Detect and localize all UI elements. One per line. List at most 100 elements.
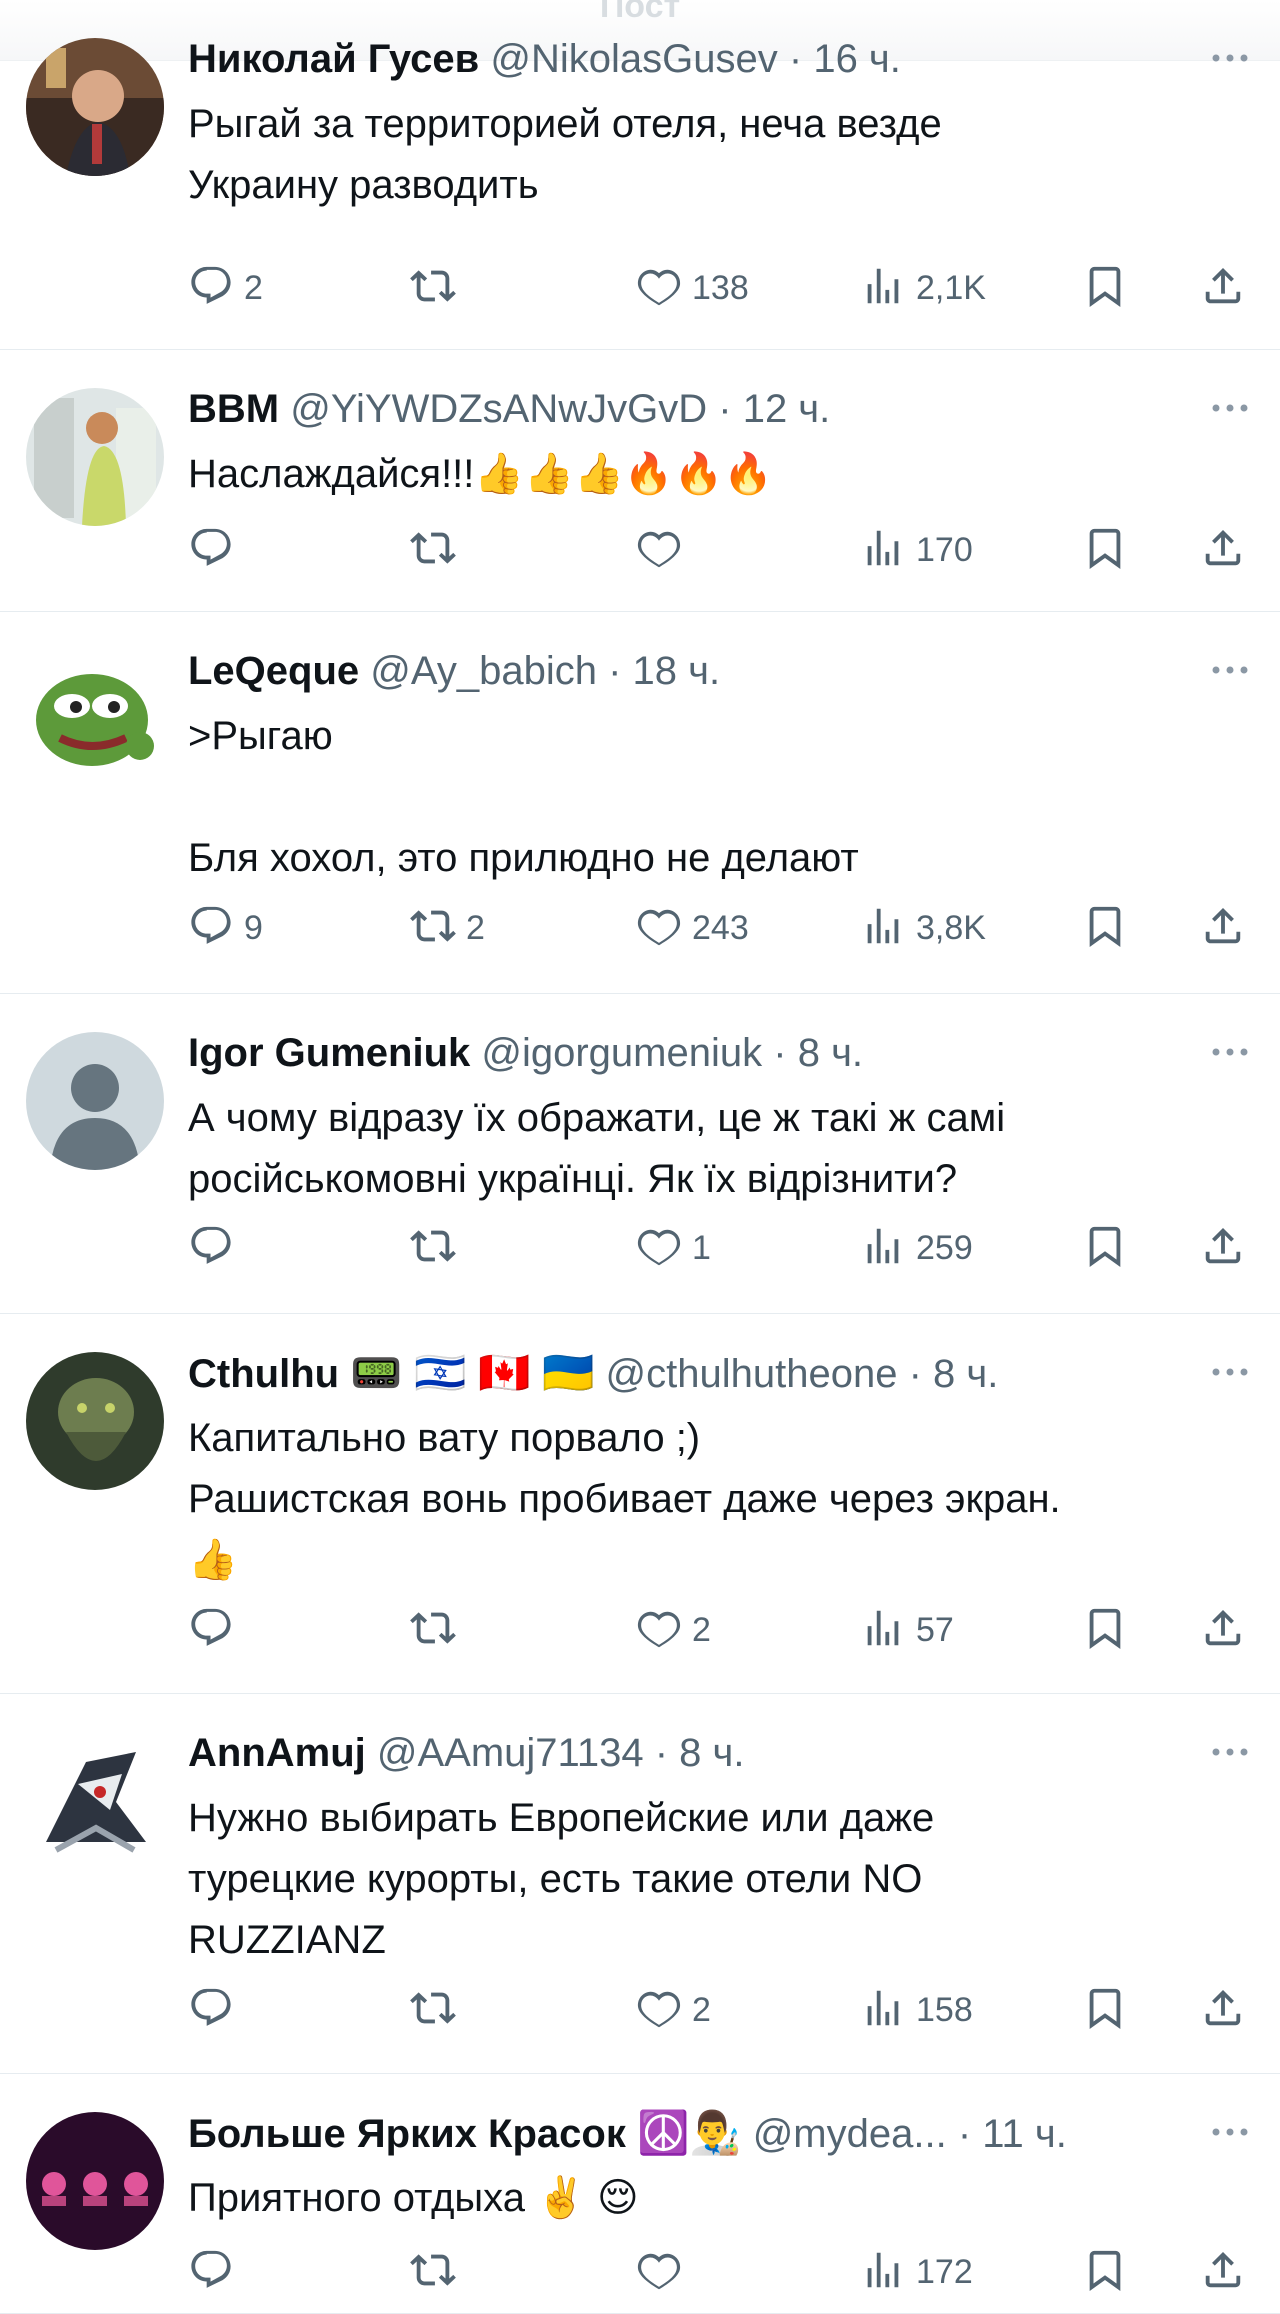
like-button[interactable]: 2: [636, 1600, 711, 1660]
reply-button[interactable]: [188, 2242, 244, 2302]
more-icon[interactable]: [1208, 1352, 1252, 1392]
user-name[interactable]: Cthulhu: [188, 1352, 339, 1396]
reply-button[interactable]: [188, 1218, 244, 1278]
timestamp[interactable]: 8 ч.: [798, 1031, 863, 1075]
share-button[interactable]: [1200, 1600, 1246, 1660]
user-name[interactable]: LeQeque: [188, 649, 359, 693]
retweet-button[interactable]: [410, 520, 466, 580]
views-button[interactable]: 2,1K: [860, 258, 986, 318]
bookmark-button[interactable]: [1082, 2242, 1128, 2302]
retweet-button[interactable]: [410, 258, 466, 318]
avatar[interactable]: [26, 388, 164, 526]
reply-tweet[interactable]: Cthulhu 📟 🇮🇱 🇨🇦 🇺🇦 @cthulhutheone · 8 ч.…: [0, 1314, 1280, 1694]
user-handle[interactable]: @Ay_babich: [370, 649, 597, 693]
user-handle[interactable]: @YiYWDZsANwJvGvD: [290, 387, 707, 431]
user-name[interactable]: BBM: [188, 387, 279, 431]
views-button[interactable]: 259: [860, 1218, 973, 1278]
bookmark-button[interactable]: [1082, 898, 1128, 958]
views-icon: [860, 525, 906, 576]
views-button[interactable]: 158: [860, 1980, 973, 2040]
reply-icon: [188, 2247, 234, 2298]
user-name[interactable]: Больше Ярких Красок: [188, 2112, 626, 2156]
like-button[interactable]: [636, 2242, 692, 2302]
share-icon: [1200, 1605, 1246, 1656]
more-icon[interactable]: [1208, 38, 1252, 78]
avatar[interactable]: [26, 38, 164, 176]
avatar[interactable]: [26, 1732, 164, 1870]
like-button[interactable]: 2: [636, 1980, 711, 2040]
tweet-text: Капитально вату порвало ;) Рашистская во…: [188, 1416, 1061, 1582]
share-button[interactable]: [1200, 520, 1246, 580]
reply-button[interactable]: [188, 1600, 244, 1660]
like-button[interactable]: 1: [636, 1218, 711, 1278]
reply-button[interactable]: [188, 520, 244, 580]
bookmark-button[interactable]: [1082, 1600, 1128, 1660]
timestamp[interactable]: 18 ч.: [633, 649, 721, 693]
retweet-button[interactable]: 2: [410, 898, 485, 958]
reply-icon: [188, 903, 234, 954]
views-button[interactable]: 172: [860, 2242, 973, 2302]
like-button[interactable]: 138: [636, 258, 749, 318]
views-icon: [860, 2247, 906, 2298]
action-bar: 172: [188, 2242, 1258, 2302]
avatar[interactable]: [26, 2112, 164, 2250]
reply-tweet[interactable]: BBM @YiYWDZsANwJvGvD · 12 ч. Наслаждайся…: [0, 350, 1280, 612]
user-handle[interactable]: @AAmuj71134: [377, 1731, 644, 1775]
views-button[interactable]: 170: [860, 520, 973, 580]
bookmark-button[interactable]: [1082, 1218, 1128, 1278]
bookmark-button[interactable]: [1082, 258, 1128, 318]
reply-button[interactable]: 9: [188, 898, 263, 958]
tweet-header: Igor Gumeniuk @igorgumeniuk · 8 ч.: [188, 1024, 1188, 1082]
user-handle[interactable]: @mydea...: [753, 2112, 947, 2156]
timestamp[interactable]: 16 ч.: [813, 37, 901, 81]
action-bar: 2 138 2,1K: [188, 258, 1258, 318]
share-button[interactable]: [1200, 1218, 1246, 1278]
bookmark-button[interactable]: [1082, 1980, 1128, 2040]
share-icon: [1200, 263, 1246, 314]
avatar[interactable]: [26, 1352, 164, 1490]
retweet-button[interactable]: [410, 1600, 466, 1660]
user-name[interactable]: Николай Гусев: [188, 37, 479, 81]
like-button[interactable]: 243: [636, 898, 749, 958]
retweet-button[interactable]: [410, 1218, 466, 1278]
share-icon: [1200, 903, 1246, 954]
timestamp[interactable]: 8 ч.: [679, 1731, 744, 1775]
more-icon[interactable]: [1208, 388, 1252, 428]
tweet-text: А чому відразу їх ображати, це ж такі ж …: [188, 1096, 1006, 1201]
retweet-button[interactable]: [410, 2242, 466, 2302]
views-count: 57: [916, 1610, 954, 1649]
user-name[interactable]: Igor Gumeniuk: [188, 1031, 470, 1075]
share-button[interactable]: [1200, 2242, 1246, 2302]
reply-button[interactable]: [188, 1980, 244, 2040]
share-button[interactable]: [1200, 1980, 1246, 2040]
share-button[interactable]: [1200, 258, 1246, 318]
separator-dot: ·: [654, 1731, 669, 1775]
avatar[interactable]: [26, 650, 164, 788]
timestamp[interactable]: 11 ч.: [982, 2112, 1067, 2156]
timestamp[interactable]: 12 ч.: [743, 387, 831, 431]
reply-icon: [188, 1223, 234, 1274]
reply-button[interactable]: 2: [188, 258, 263, 318]
more-icon[interactable]: [1208, 1032, 1252, 1072]
avatar[interactable]: [26, 1032, 164, 1170]
like-button[interactable]: [636, 520, 692, 580]
more-icon[interactable]: [1208, 650, 1252, 690]
bookmark-button[interactable]: [1082, 520, 1128, 580]
like-count: 2: [692, 1990, 711, 2029]
reply-tweet[interactable]: LeQeque @Ay_babich · 18 ч. >Рыгаю Бля хо…: [0, 612, 1280, 994]
timestamp[interactable]: 8 ч.: [933, 1352, 998, 1396]
reply-tweet[interactable]: Больше Ярких Красок ☮️👨‍🎨 @mydea... · 11…: [0, 2074, 1280, 2314]
user-handle[interactable]: @igorgumeniuk: [481, 1031, 762, 1075]
reply-tweet[interactable]: AnnAmuj @AAmuj71134 · 8 ч. Нужно выбират…: [0, 1694, 1280, 2074]
more-icon[interactable]: [1208, 1732, 1252, 1772]
reply-tweet[interactable]: Николай Гусев @NikolasGusev · 16 ч. Рыга…: [0, 0, 1280, 350]
share-button[interactable]: [1200, 898, 1246, 958]
reply-tweet[interactable]: Igor Gumeniuk @igorgumeniuk · 8 ч. А чом…: [0, 994, 1280, 1314]
user-name[interactable]: AnnAmuj: [188, 1731, 366, 1775]
more-icon[interactable]: [1208, 2112, 1252, 2152]
views-button[interactable]: 3,8K: [860, 898, 986, 958]
retweet-button[interactable]: [410, 1980, 466, 2040]
user-handle[interactable]: @NikolasGusev: [490, 37, 777, 81]
views-button[interactable]: 57: [860, 1600, 954, 1660]
user-handle[interactable]: @cthulhutheone: [606, 1352, 898, 1396]
